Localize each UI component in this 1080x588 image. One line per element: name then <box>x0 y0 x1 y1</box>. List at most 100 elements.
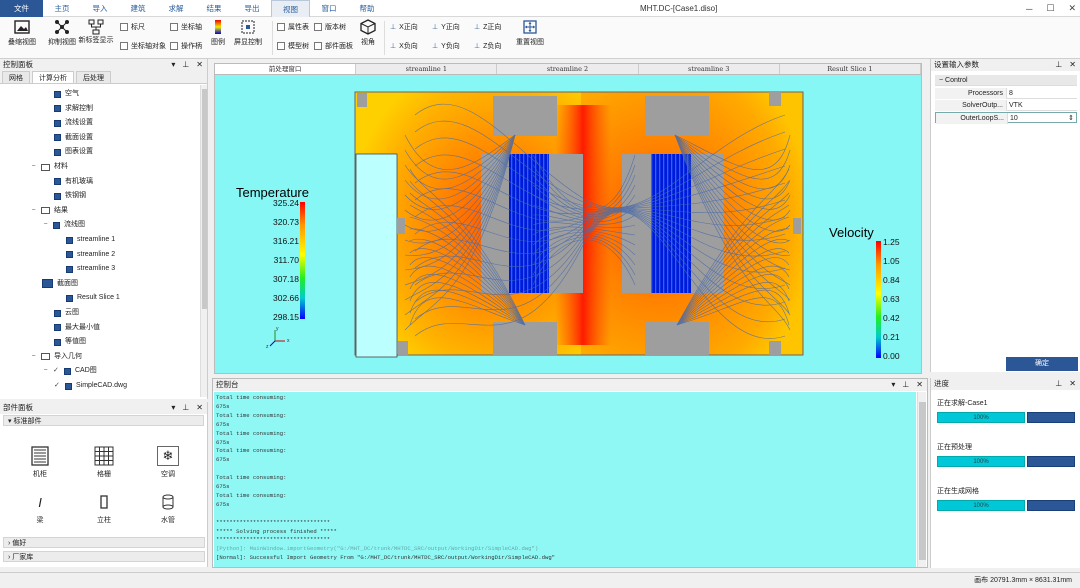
dropdown-icon[interactable]: ▾ <box>171 402 175 414</box>
tree-node[interactable]: 铁钢钢 <box>54 189 86 203</box>
viewport-tab-1[interactable]: streamline 1 <box>356 64 498 74</box>
tree-node[interactable]: − 流线图 <box>42 218 85 232</box>
tree-node[interactable]: 空气 <box>54 87 79 101</box>
tree-node[interactable]: 等值图 <box>54 335 86 349</box>
console-output[interactable]: Total time consuming: 675s Total time cons… <box>214 392 916 567</box>
close-icon[interactable]: ✕ <box>196 402 203 414</box>
property-row[interactable]: Processors 8 <box>935 88 1077 99</box>
menu-item-2[interactable]: 导入 <box>81 0 119 17</box>
tree-node[interactable]: − ✓ CAD图 <box>42 364 97 378</box>
props-checkbox[interactable]: 属性表 <box>277 22 309 32</box>
progress-action-button[interactable] <box>1027 500 1075 511</box>
reset-view-button[interactable]: 重置视图 <box>510 19 550 47</box>
progress-action-button[interactable] <box>1027 456 1075 467</box>
viewport[interactable]: 前处理窗口 streamline 1 streamline 2 streamline … <box>214 63 922 374</box>
pin-icon[interactable]: ⊥ <box>182 402 189 414</box>
collapse-toggle-icon[interactable]: − <box>30 204 37 218</box>
property-row[interactable]: OuterLoopS... 10 ⇕ <box>935 112 1077 124</box>
pin-icon[interactable]: ⊥ <box>1055 59 1062 71</box>
menu-item-4[interactable]: 求解 <box>157 0 195 17</box>
tree-node[interactable]: − 结果 <box>30 204 68 218</box>
menu-item-9[interactable]: 帮助 <box>348 0 386 17</box>
menu-item-8[interactable]: 窗口 <box>310 0 348 17</box>
pin-icon[interactable]: ⊥ <box>182 59 189 71</box>
close-icon[interactable]: ✕ <box>1069 378 1076 390</box>
view-angle-button[interactable]: 视角 <box>348 19 388 47</box>
dropdown-icon[interactable]: ▾ <box>171 59 175 71</box>
close-icon[interactable]: ✕ <box>196 59 203 71</box>
part-air-conditioner[interactable]: ❄ 空调 <box>146 446 190 479</box>
menu-item-0[interactable]: 文件 <box>0 0 43 17</box>
tree-node[interactable]: 截面设置 <box>54 131 93 145</box>
standard-parts-group[interactable]: ▾ 标准部件 <box>3 415 204 426</box>
part-cabinet[interactable]: 机柜 <box>18 446 62 479</box>
simulation-scene[interactable]: Temperature 325.24320.73316.21311.70307.… <box>215 75 921 373</box>
property-value[interactable]: 8 <box>1009 88 1013 99</box>
scrollbar-thumb[interactable] <box>202 89 207 309</box>
collapse-toggle-icon[interactable]: − <box>42 364 49 378</box>
tree-node[interactable]: − 材料 <box>30 160 68 174</box>
maximize-icon[interactable]: ☐ <box>1046 3 1054 14</box>
tree-node[interactable]: streamline 2 <box>66 248 115 262</box>
menu-item-5[interactable]: 结果 <box>195 0 233 17</box>
part-column[interactable]: 立柱 <box>82 492 126 525</box>
ruler-checkbox[interactable]: 标尺 <box>120 22 145 32</box>
model-tree-checkbox[interactable]: 模型树 <box>277 41 309 51</box>
menu-item-1[interactable]: 主页 <box>43 0 81 17</box>
tree-node[interactable]: 云图 <box>54 306 79 320</box>
property-value[interactable]: 10 <box>1010 113 1018 124</box>
y-negative-button[interactable]: ⊥ Y负向 <box>432 41 460 51</box>
tree-node[interactable]: ✓ SimpleCAD.dwg <box>54 379 127 393</box>
y-positive-button[interactable]: ⊥ Y正向 <box>432 22 460 32</box>
close-icon[interactable]: ✕ <box>916 379 923 391</box>
screen-control-button[interactable]: 屏显控制 <box>228 19 268 47</box>
tree-node[interactable]: streamline 3 <box>66 262 115 276</box>
menu-item-3[interactable]: 建筑 <box>119 0 157 17</box>
tab-2[interactable]: 后处理 <box>76 71 111 83</box>
tab-0[interactable]: 网格 <box>2 71 30 83</box>
part-grille[interactable]: 格栅 <box>82 446 126 479</box>
part-water-pipe[interactable]: 水管 <box>146 492 190 525</box>
collapse-toggle-icon[interactable]: − <box>30 160 37 174</box>
tree-node[interactable]: Result Slice 1 <box>66 291 120 305</box>
spinner-icon[interactable]: ⇕ <box>1068 113 1074 124</box>
property-value[interactable]: VTK <box>1009 100 1023 111</box>
confirm-button[interactable]: 确定 <box>1006 357 1078 371</box>
menu-item-7[interactable]: 视图 <box>271 0 310 17</box>
tree-scrollbar[interactable] <box>200 85 207 397</box>
x-positive-button[interactable]: ⊥ X正向 <box>390 22 418 32</box>
part-beam[interactable]: I 梁 <box>18 492 62 525</box>
scrollbar-thumb[interactable] <box>919 402 926 560</box>
tab-1[interactable]: 计算分析 <box>32 71 74 83</box>
x-negative-button[interactable]: ⊥ X负向 <box>390 41 418 51</box>
viewport-tab-3[interactable]: streamline 3 <box>639 64 780 74</box>
menu-item-6[interactable]: 导出 <box>233 0 271 17</box>
close-icon[interactable]: ✕ <box>1069 59 1076 71</box>
preferences-group[interactable]: › 偏好 <box>3 537 205 548</box>
collapse-toggle-icon[interactable]: − <box>30 350 37 364</box>
z-positive-button[interactable]: ⊥ Z正向 <box>474 22 501 32</box>
vendor-library-group[interactable]: › 厂家库 <box>3 551 205 562</box>
control-group-header[interactable]: − Control <box>935 75 1077 86</box>
pin-icon[interactable]: ⊥ <box>902 379 909 391</box>
viewport-tab-2[interactable]: streamline 2 <box>497 64 639 74</box>
new-tab-display-button[interactable]: 新标签显示 <box>76 19 116 44</box>
z-negative-button[interactable]: ⊥ Z负向 <box>474 41 501 51</box>
coord-object-checkbox[interactable]: 坐标轴对象 <box>120 41 166 51</box>
tree-node[interactable]: 最大最小值 <box>54 321 100 335</box>
overlay-view-button[interactable]: 叠缩视图 <box>2 19 42 47</box>
minimize-icon[interactable]: ─ <box>1026 4 1032 14</box>
tree-node[interactable]: streamline 1 <box>66 233 115 247</box>
version-tree-checkbox[interactable]: 版本树 <box>314 22 346 32</box>
tree-node[interactable]: 截面图 <box>42 277 78 291</box>
progress-action-button[interactable] <box>1027 412 1075 423</box>
property-row[interactable]: SolverOutp... VTK <box>935 100 1077 111</box>
console-scrollbar[interactable] <box>917 392 926 567</box>
pin-icon[interactable]: ⊥ <box>1055 378 1062 390</box>
tree-node[interactable]: 求解控制 <box>54 102 93 116</box>
dropdown-icon[interactable]: ▾ <box>891 379 895 391</box>
viewport-tab-0[interactable]: 前处理窗口 <box>215 64 357 74</box>
close-icon[interactable]: ✕ <box>1068 3 1076 14</box>
tree-node[interactable]: − 导入几何 <box>30 350 82 364</box>
tree-node[interactable]: 图表设置 <box>54 145 93 159</box>
